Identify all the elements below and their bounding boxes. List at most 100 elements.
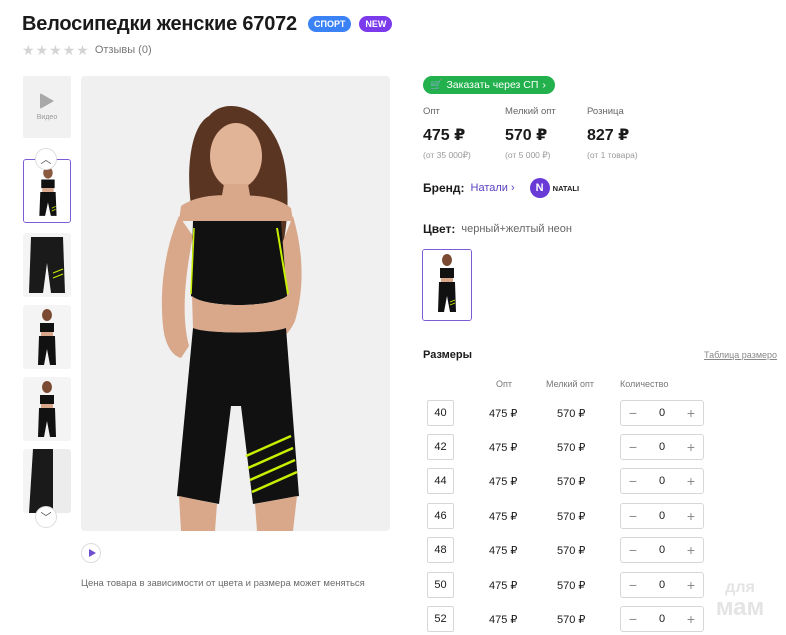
size-row: 48 475 ₽ 570 ₽ − 0 + <box>427 537 717 563</box>
quantity-stepper: − 0 + <box>620 503 704 529</box>
column-header-opt: Опт <box>496 379 512 389</box>
thumbnail-strip: Видео ︿ ﹀ <box>23 76 71 528</box>
quantity-value[interactable]: 0 <box>659 407 665 419</box>
plus-icon[interactable]: + <box>685 508 697 524</box>
star-icon: ★ <box>62 42 76 58</box>
minus-icon[interactable]: − <box>627 577 639 593</box>
star-icon: ★ <box>49 42 62 58</box>
price-tier-value: 827 ₽ <box>587 127 630 144</box>
size-price-small-opt: 570 ₽ <box>557 408 586 420</box>
plus-icon[interactable]: + <box>685 577 697 593</box>
thumbnail-image <box>23 377 71 441</box>
price-tiers: Опт 475 ₽ (от 35 000₽) Мелкий опт 570 ₽ … <box>423 106 669 161</box>
quantity-value[interactable]: 0 <box>659 441 665 453</box>
size-label: 50 <box>427 572 454 598</box>
rating-stars: ★ ★ ★ ★ ★ <box>22 43 89 57</box>
size-price-small-opt: 570 ₽ <box>557 545 586 557</box>
quantity-value[interactable]: 0 <box>659 510 665 522</box>
size-label: 42 <box>427 434 454 460</box>
quantity-stepper: − 0 + <box>620 572 704 598</box>
chevron-up-icon: ︿ <box>40 154 52 166</box>
size-label: 52 <box>427 606 454 632</box>
chevron-right-icon: › <box>510 182 515 194</box>
price-tier-note: (от 5 000 ₽) <box>505 150 551 160</box>
size-row: 42 475 ₽ 570 ₽ − 0 + <box>427 434 717 460</box>
brand-logo[interactable]: N NATALI <box>529 178 579 198</box>
star-icon: ★ <box>22 42 35 58</box>
color-swatch-image <box>423 250 471 320</box>
video-label: Видео <box>36 114 58 121</box>
price-tier-note: (от 35 000₽) <box>423 150 471 160</box>
size-price-small-opt: 570 ₽ <box>557 614 586 626</box>
play-icon <box>40 93 54 109</box>
brand-row: Бренд: Натали › N NATALI <box>423 178 579 198</box>
minus-icon[interactable]: − <box>627 405 639 421</box>
play-video-button[interactable] <box>81 543 101 563</box>
price-tier-label: Опт <box>423 106 440 117</box>
size-row: 40 475 ₽ 570 ₽ − 0 + <box>427 400 717 426</box>
quantity-value[interactable]: 0 <box>659 544 665 556</box>
badge-new: NEW <box>359 16 393 32</box>
video-thumbnail[interactable]: Видео <box>23 76 71 138</box>
size-row: 44 475 ₽ 570 ₽ − 0 + <box>427 468 717 494</box>
price-tier-small-opt: Мелкий опт 570 ₽ (от 5 000 ₽) <box>505 106 587 161</box>
color-swatch-selected[interactable] <box>422 249 472 321</box>
column-header-qty: Количество <box>620 379 669 389</box>
size-price-opt: 475 ₽ <box>489 476 518 488</box>
thumbnail-2[interactable] <box>23 233 71 297</box>
quantity-value[interactable]: 0 <box>659 475 665 487</box>
quantity-stepper: − 0 + <box>620 434 704 460</box>
size-label: 46 <box>427 503 454 529</box>
size-table-link[interactable]: Таблица размеро <box>704 350 786 360</box>
minus-icon[interactable]: − <box>627 508 639 524</box>
color-label: Цвет: <box>423 222 456 236</box>
thumbnail-3[interactable] <box>23 305 71 369</box>
badge-sport: СПОРТ <box>307 16 352 32</box>
order-sp-label: Заказать через СП <box>446 79 539 91</box>
thumbnail-5[interactable] <box>23 449 71 513</box>
main-product-photo[interactable] <box>81 76 390 531</box>
size-price-opt: 475 ₽ <box>489 545 518 557</box>
thumbs-up-button[interactable]: ︿ <box>35 148 57 170</box>
chevron-down-icon: ﹀ <box>40 512 52 524</box>
plus-icon[interactable]: + <box>685 405 697 421</box>
product-title: Велосипедки женские 67072 <box>22 12 297 35</box>
brand-name: Натали <box>470 182 508 194</box>
plus-icon[interactable]: + <box>685 439 697 455</box>
minus-icon[interactable]: − <box>627 542 639 558</box>
size-price-opt: 475 ₽ <box>489 580 518 592</box>
quantity-value[interactable]: 0 <box>659 613 665 625</box>
column-header-small-opt: Мелкий опт <box>546 379 595 389</box>
order-sp-button[interactable]: 🛒 Заказать через СП › <box>423 76 555 94</box>
reviews-link[interactable]: Отзывы (0) <box>95 44 152 56</box>
size-price-small-opt: 570 ₽ <box>557 476 586 488</box>
price-tier-opt: Опт 475 ₽ (от 35 000₽) <box>423 106 505 161</box>
product-photo-illustration <box>81 76 390 531</box>
size-price-small-opt: 570 ₽ <box>557 442 586 454</box>
brand-label: Бренд: <box>423 181 465 195</box>
minus-icon[interactable]: − <box>627 611 639 627</box>
price-tier-label: Розница <box>587 106 624 117</box>
price-tier-label: Мелкий опт <box>505 106 556 117</box>
brand-link[interactable]: Натали › <box>471 182 515 194</box>
quantity-value[interactable]: 0 <box>659 579 665 591</box>
minus-icon[interactable]: − <box>627 439 639 455</box>
watermark-line2: мам <box>715 594 765 621</box>
minus-icon[interactable]: − <box>627 473 639 489</box>
size-row: 50 475 ₽ 570 ₽ − 0 + <box>427 572 717 598</box>
star-icon: ★ <box>76 42 89 58</box>
thumbnail-4[interactable] <box>23 377 71 441</box>
quantity-stepper: − 0 + <box>620 537 704 563</box>
color-row: Цвет: черный+желтый неон <box>423 222 572 236</box>
price-tier-note: (от 1 товара) <box>587 150 638 160</box>
quantity-stepper: − 0 + <box>620 400 704 426</box>
quantity-stepper: − 0 + <box>620 606 704 632</box>
plus-icon[interactable]: + <box>685 611 697 627</box>
size-price-small-opt: 570 ₽ <box>557 580 586 592</box>
size-price-opt: 475 ₽ <box>489 511 518 523</box>
plus-icon[interactable]: + <box>685 542 697 558</box>
thumbs-down-button[interactable]: ﹀ <box>35 506 57 528</box>
plus-icon[interactable]: + <box>685 473 697 489</box>
size-row: 52 475 ₽ 570 ₽ − 0 + <box>427 606 717 632</box>
thumbnail-image <box>23 449 71 513</box>
